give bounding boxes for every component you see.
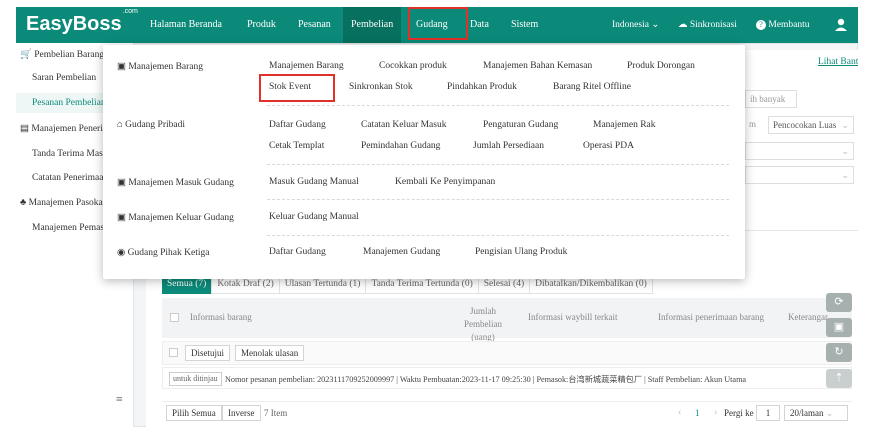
back-to-top-icon[interactable]: ⇡ [826,369,852,388]
next-page-icon[interactable]: › [714,407,717,418]
menu-catatan-keluar-masuk[interactable]: Catatan Keluar Masuk [361,120,446,130]
table-footer: Pilih Semua Inverse 7 Item ‹ 1 › Pergi k… [162,401,852,423]
header-informasi-barang: Informasi barang [190,312,252,322]
top-navigation-bar: EasyBoss.com Halaman Beranda Produk Pesa… [16,7,858,43]
gudang-dropdown-menu: ▣ Manajemen Barang Manajemen Barang Coco… [103,45,745,279]
menu-produk-dorongan[interactable]: Produk Dorongan [627,61,695,71]
section-gudang-pihak-ketiga: ◉ Gudang Pihak Ketiga [117,248,210,258]
match-mode-select[interactable]: Pencocokan Luas ⌄ [768,116,854,134]
chevron-down-icon: ⌄ [841,170,849,180]
section-manajemen-barang: ▣ Manajemen Barang [117,62,204,72]
per-page-select[interactable]: 20/laman ⌄ [784,405,848,421]
select-prefix: m [749,119,757,129]
reject-review-button[interactable]: Menolak ulasan [235,345,305,361]
menu-keluar-gudang-manual[interactable]: Keluar Gudang Manual [269,212,359,222]
menu-manajemen-rak[interactable]: Manajemen Rak [593,120,656,130]
language-selector[interactable]: Indonesia ⌄ [612,7,659,43]
sync-button[interactable]: ☁ Sinkronisasi [678,7,737,43]
section-divider [267,235,729,236]
table-header: Informasi barang Jumlah Pembelian (uang)… [162,298,852,342]
menu-manajemen-gudang[interactable]: Manajemen Gudang [363,247,440,257]
user-icon[interactable] [834,7,848,43]
search-keyword-input[interactable]: ih banyak [745,90,797,108]
order-info: Nomor pesanan pembelian: 202311170925200… [225,375,747,384]
nav-pesanan[interactable]: Pesanan [290,7,339,43]
box-icon: ▣ [117,62,126,72]
menu-jumlah-persediaan[interactable]: Jumlah Persediaan [473,141,544,151]
nav-pembelian[interactable]: Pembelian [343,7,402,43]
menu-pemindahan-gudang[interactable]: Pemindahan Gudang [361,141,440,151]
menu-barang-ritel-offline[interactable]: Barang Ritel Offline [553,82,631,92]
supplier-icon: ♣ [20,198,27,208]
nav-halaman-beranda[interactable]: Halaman Beranda [142,7,230,43]
batch-actions-row: Disetujui Menolak ulasan [162,341,852,365]
nav-produk[interactable]: Produk [239,7,284,43]
cloud-icon: ☁ [678,20,688,30]
menu-stok-event[interactable]: Stok Event [269,82,311,92]
menu-sinkronkan-stok[interactable]: Sinkronkan Stok [349,82,413,92]
inverse-button[interactable]: Inverse [222,405,261,421]
header-jumlah-pembelian: Jumlah Pembelian (uang) [464,306,502,342]
menu-icon[interactable]: ≡ [116,392,123,407]
filter-select-2[interactable]: ⌄ [745,166,854,184]
easyboss-logo[interactable]: EasyBoss.com [26,8,138,36]
filter-select-1[interactable]: ⌄ [745,142,854,160]
header-informasi-waybill: Informasi waybill terkait [528,312,618,322]
nav-gudang[interactable]: Gudang [408,7,456,43]
menu-daftar-gudang-pihak-ketiga[interactable]: Daftar Gudang [269,247,326,257]
menu-manajemen-barang[interactable]: Manajemen Barang [269,61,344,71]
chevron-down-icon: ⌄ [825,408,834,418]
menu-daftar-gudang[interactable]: Daftar Gudang [269,120,326,130]
nav-data[interactable]: Data [462,7,497,43]
refresh-icon[interactable]: ⟳ [826,293,852,312]
row-checkbox[interactable] [169,348,178,357]
chevron-down-icon: ⌄ [841,146,849,156]
menu-pindahkan-produk[interactable]: Pindahkan Produk [447,82,517,92]
header-informasi-penerimaan: Informasi penerimaan barang [658,312,764,322]
menu-masuk-gudang-manual[interactable]: Masuk Gudang Manual [269,177,359,187]
approve-button[interactable]: Disetujui [185,345,230,361]
home-icon: ⌂ [117,120,123,130]
warehouse-in-icon: ▣ [117,178,126,188]
globe-icon: ◉ [117,248,126,258]
menu-pengisian-ulang-produk[interactable]: Pengisian Ulang Produk [475,247,567,257]
menu-cocokkan-produk[interactable]: Cocokkan produk [379,61,447,71]
menu-pengaturan-gudang[interactable]: Pengaturan Gudang [483,120,558,130]
save-icon[interactable]: ▣ [826,318,852,337]
goto-label: Pergi ke [724,408,754,418]
chevron-down-icon: ⌄ [841,120,849,130]
question-icon: ? [756,19,766,30]
order-row: untuk ditinjau Nomor pesanan pembelian: … [162,367,852,389]
page-number[interactable]: 1 [695,408,700,418]
item-count: 7 Item [264,408,288,418]
reload-icon[interactable]: ↻ [826,343,852,362]
help-button[interactable]: ? Membantu [756,7,810,43]
select-all-button[interactable]: Pilih Semua [166,405,222,421]
menu-operasi-pda[interactable]: Operasi PDA [583,141,634,151]
select-all-checkbox[interactable] [170,313,179,322]
nav-sistem[interactable]: Sistem [503,7,546,43]
section-gudang-pribadi: ⌂ Gudang Pribadi [117,120,185,130]
menu-cetak-templat[interactable]: Cetak Templat [269,141,324,151]
goto-page-input[interactable]: 1 [756,405,780,421]
status-badge: untuk ditinjau [169,372,222,386]
help-link[interactable]: Lihat Bantuan [818,57,858,67]
chevron-down-icon: ⌄ [651,20,660,30]
header-keterangan: Keterangan [788,312,828,322]
section-divider [267,199,729,200]
menu-kembali-ke-penyimpanan[interactable]: Kembali Ke Penyimpanan [395,177,495,187]
section-manajemen-masuk-gudang: ▣ Manajemen Masuk Gudang [117,178,234,188]
section-divider [267,164,729,165]
section-manajemen-keluar-gudang: ▣ Manajemen Keluar Gudang [117,213,234,223]
menu-manajemen-bahan-kemasan[interactable]: Manajemen Bahan Kemasan [483,61,592,71]
prev-page-icon[interactable]: ‹ [678,407,681,418]
shopping-icon: 🛒 [20,50,32,60]
warehouse-out-icon: ▣ [117,213,126,223]
section-divider [267,105,729,106]
receipt-icon: ▤ [20,124,29,134]
